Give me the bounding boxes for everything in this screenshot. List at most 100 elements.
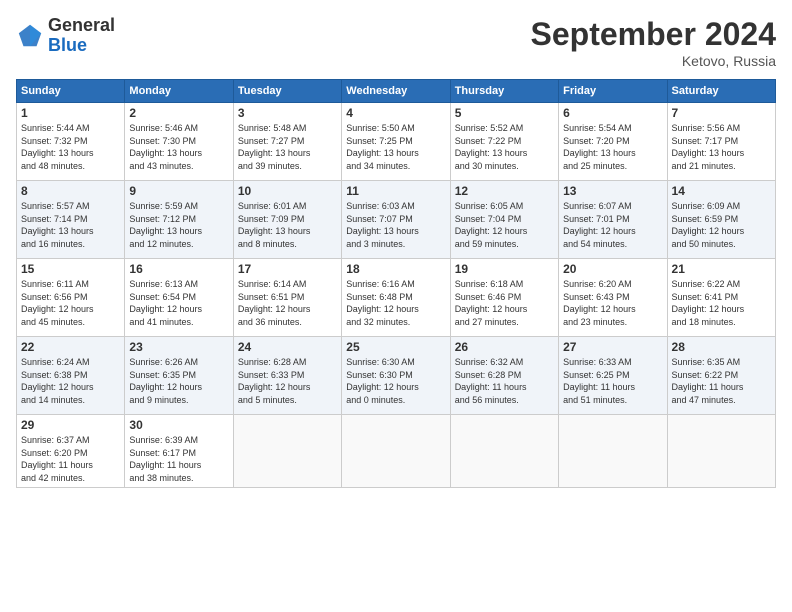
day-number: 11 — [346, 184, 445, 198]
day-number: 12 — [455, 184, 554, 198]
day-number: 14 — [672, 184, 771, 198]
day-number: 5 — [455, 106, 554, 120]
page: General Blue September 2024 Ketovo, Russ… — [0, 0, 792, 612]
day-info: Sunrise: 5:56 AM Sunset: 7:17 PM Dayligh… — [672, 122, 771, 172]
day-number: 17 — [238, 262, 337, 276]
table-row: 9Sunrise: 5:59 AM Sunset: 7:12 PM Daylig… — [125, 181, 233, 259]
col-tuesday: Tuesday — [233, 80, 341, 103]
col-wednesday: Wednesday — [342, 80, 450, 103]
table-row: 15 Sunrise: 6:11 AM Sunset: 6:56 PM Dayli… — [17, 259, 125, 337]
month-title: September 2024 — [531, 16, 776, 53]
day-number: 13 — [563, 184, 662, 198]
table-row: 29 Sunrise: 6:37 AM Sunset: 6:20 PM Dayli… — [17, 415, 125, 488]
day-number: 7 — [672, 106, 771, 120]
day-number: 15 — [21, 262, 120, 276]
day-info: Sunrise: 5:46 AM Sunset: 7:30 PM Dayligh… — [129, 122, 228, 172]
day-number: 27 — [563, 340, 662, 354]
day-info: Sunrise: 6:11 AM Sunset: 6:56 PM Dayligh… — [21, 278, 120, 328]
day-number: 8 — [21, 184, 120, 198]
day-info: Sunrise: 5:48 AM Sunset: 7:27 PM Dayligh… — [238, 122, 337, 172]
day-number: 2 — [129, 106, 228, 120]
table-row: 17 Sunrise: 6:14 AM Sunset: 6:51 PM Dayli… — [233, 259, 341, 337]
logo-blue-text: Blue — [48, 36, 115, 56]
col-friday: Friday — [559, 80, 667, 103]
location: Ketovo, Russia — [531, 53, 776, 69]
day-info: Sunrise: 6:30 AM Sunset: 6:30 PM Dayligh… — [346, 356, 445, 406]
day-info: Sunrise: 6:13 AM Sunset: 6:54 PM Dayligh… — [129, 278, 228, 328]
day-info: Sunrise: 6:20 AM Sunset: 6:43 PM Dayligh… — [563, 278, 662, 328]
table-row: 20 Sunrise: 6:20 AM Sunset: 6:43 PM Dayli… — [559, 259, 667, 337]
day-info: Sunrise: 6:24 AM Sunset: 6:38 PM Dayligh… — [21, 356, 120, 406]
day-number: 3 — [238, 106, 337, 120]
table-row: 6 Sunrise: 5:54 AM Sunset: 7:20 PM Daylig… — [559, 103, 667, 181]
day-info: Sunrise: 5:57 AM Sunset: 7:14 PM Dayligh… — [21, 200, 120, 250]
day-info: Sunrise: 6:37 AM Sunset: 6:20 PM Dayligh… — [21, 434, 120, 484]
day-info: Sunrise: 6:05 AM Sunset: 7:04 PM Dayligh… — [455, 200, 554, 250]
logo: General Blue — [16, 16, 115, 56]
day-number: 20 — [563, 262, 662, 276]
col-monday: Monday — [125, 80, 233, 103]
day-number: 19 — [455, 262, 554, 276]
day-number: 18 — [346, 262, 445, 276]
day-info: Sunrise: 6:16 AM Sunset: 6:48 PM Dayligh… — [346, 278, 445, 328]
day-number: 30 — [129, 418, 228, 432]
day-number: 28 — [672, 340, 771, 354]
day-number: 24 — [238, 340, 337, 354]
table-row: 30 Sunrise: 6:39 AM Sunset: 6:17 PM Dayli… — [125, 415, 233, 488]
table-row — [233, 415, 341, 488]
col-thursday: Thursday — [450, 80, 558, 103]
day-number: 6 — [563, 106, 662, 120]
table-row: 19 Sunrise: 6:18 AM Sunset: 6:46 PM Dayli… — [450, 259, 558, 337]
day-info: Sunrise: 6:32 AM Sunset: 6:28 PM Dayligh… — [455, 356, 554, 406]
day-info: Sunrise: 5:50 AM Sunset: 7:25 PM Dayligh… — [346, 122, 445, 172]
table-row — [342, 415, 450, 488]
table-row — [450, 415, 558, 488]
day-info: Sunrise: 6:26 AM Sunset: 6:35 PM Dayligh… — [129, 356, 228, 406]
day-info: Sunrise: 5:54 AM Sunset: 7:20 PM Dayligh… — [563, 122, 662, 172]
table-row: 13 Sunrise: 6:07 AM Sunset: 7:01 PM Dayli… — [559, 181, 667, 259]
col-sunday: Sunday — [17, 80, 125, 103]
table-row: 11 Sunrise: 6:03 AM Sunset: 7:07 PM Dayli… — [342, 181, 450, 259]
day-number: 16 — [129, 262, 228, 276]
day-info: Sunrise: 6:33 AM Sunset: 6:25 PM Dayligh… — [563, 356, 662, 406]
table-row: 1 Sunrise: 5:44 AM Sunset: 7:32 PM Daylig… — [17, 103, 125, 181]
table-row: 16 Sunrise: 6:13 AM Sunset: 6:54 PM Dayli… — [125, 259, 233, 337]
table-row — [667, 415, 775, 488]
table-row: 25 Sunrise: 6:30 AM Sunset: 6:30 PM Dayli… — [342, 337, 450, 415]
table-row: 10Sunrise: 6:01 AM Sunset: 7:09 PM Dayli… — [233, 181, 341, 259]
day-info: Sunrise: 6:39 AM Sunset: 6:17 PM Dayligh… — [129, 434, 228, 484]
table-row: 5 Sunrise: 5:52 AM Sunset: 7:22 PM Daylig… — [450, 103, 558, 181]
day-number: 26 — [455, 340, 554, 354]
day-info: Sunrise: 5:44 AM Sunset: 7:32 PM Dayligh… — [21, 122, 120, 172]
header: General Blue September 2024 Ketovo, Russ… — [16, 16, 776, 69]
table-row: 28 Sunrise: 6:35 AM Sunset: 6:22 PM Dayli… — [667, 337, 775, 415]
day-number: 21 — [672, 262, 771, 276]
day-number: 4 — [346, 106, 445, 120]
day-info: Sunrise: 5:59 AM Sunset: 7:12 PM Dayligh… — [129, 200, 228, 250]
table-row: 4 Sunrise: 5:50 AM Sunset: 7:25 PM Daylig… — [342, 103, 450, 181]
day-info: Sunrise: 6:35 AM Sunset: 6:22 PM Dayligh… — [672, 356, 771, 406]
day-info: Sunrise: 6:09 AM Sunset: 6:59 PM Dayligh… — [672, 200, 771, 250]
day-number: 29 — [21, 418, 120, 432]
col-saturday: Saturday — [667, 80, 775, 103]
logo-icon — [16, 22, 44, 50]
day-info: Sunrise: 6:14 AM Sunset: 6:51 PM Dayligh… — [238, 278, 337, 328]
table-row: 18 Sunrise: 6:16 AM Sunset: 6:48 PM Dayli… — [342, 259, 450, 337]
table-row: 27 Sunrise: 6:33 AM Sunset: 6:25 PM Dayli… — [559, 337, 667, 415]
day-number: 25 — [346, 340, 445, 354]
table-row: 21Sunrise: 6:22 AM Sunset: 6:41 PM Dayli… — [667, 259, 775, 337]
table-row: 2 Sunrise: 5:46 AM Sunset: 7:30 PM Daylig… — [125, 103, 233, 181]
day-info: Sunrise: 6:18 AM Sunset: 6:46 PM Dayligh… — [455, 278, 554, 328]
title-block: September 2024 Ketovo, Russia — [531, 16, 776, 69]
day-info: Sunrise: 6:07 AM Sunset: 7:01 PM Dayligh… — [563, 200, 662, 250]
day-number: 10 — [238, 184, 337, 198]
table-row: 14 Sunrise: 6:09 AM Sunset: 6:59 PM Dayli… — [667, 181, 775, 259]
day-info: Sunrise: 6:03 AM Sunset: 7:07 PM Dayligh… — [346, 200, 445, 250]
table-row: 12 Sunrise: 6:05 AM Sunset: 7:04 PM Dayli… — [450, 181, 558, 259]
day-number: 1 — [21, 106, 120, 120]
table-row: 3 Sunrise: 5:48 AM Sunset: 7:27 PM Daylig… — [233, 103, 341, 181]
day-info: Sunrise: 5:52 AM Sunset: 7:22 PM Dayligh… — [455, 122, 554, 172]
table-row: 7 Sunrise: 5:56 AM Sunset: 7:17 PM Daylig… — [667, 103, 775, 181]
table-row: 24Sunrise: 6:28 AM Sunset: 6:33 PM Dayli… — [233, 337, 341, 415]
table-row: 23Sunrise: 6:26 AM Sunset: 6:35 PM Dayli… — [125, 337, 233, 415]
